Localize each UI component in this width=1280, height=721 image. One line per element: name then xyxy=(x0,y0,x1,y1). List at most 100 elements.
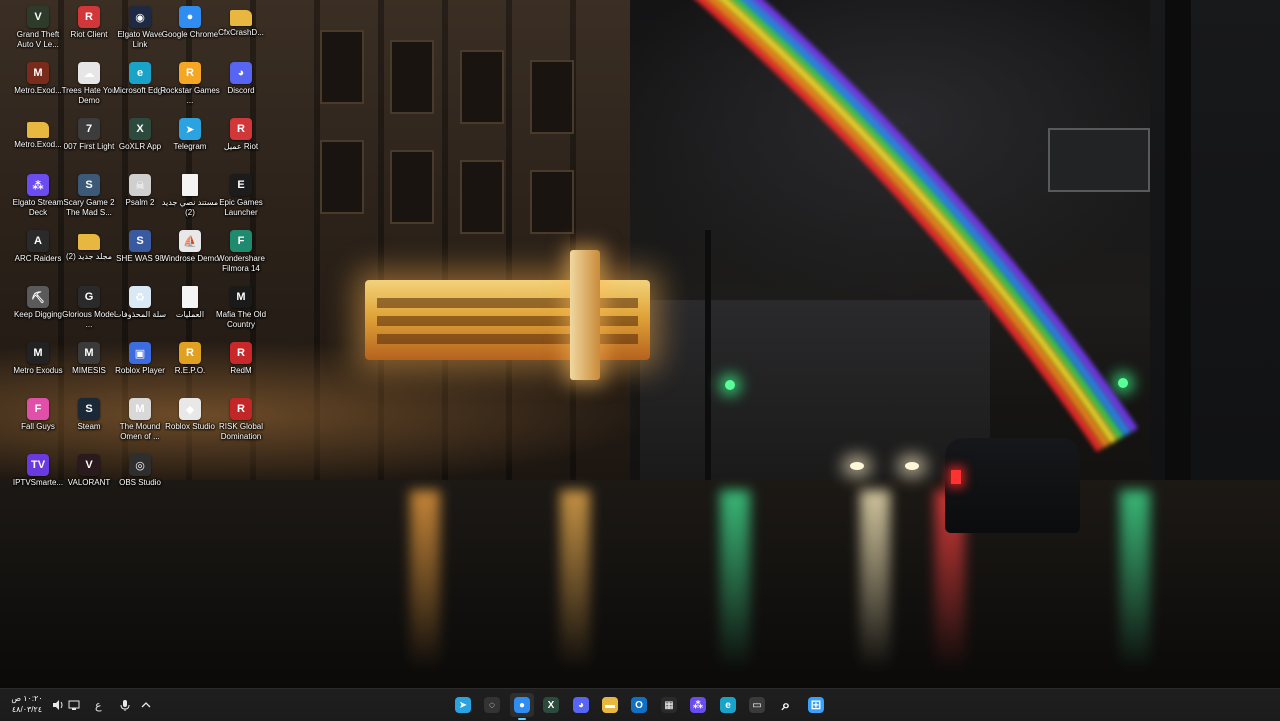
desktop-shortcut-label: Epic Games Launcher xyxy=(219,198,263,217)
desktop-shortcut[interactable]: F Fall Guys xyxy=(12,394,64,448)
elgato-wave-icon: ◉ xyxy=(129,6,151,28)
psalm-2-icon: ☠ xyxy=(129,174,151,196)
taskbar-app-start[interactable]: ⊞ xyxy=(804,693,828,717)
desktop-shortcut[interactable]: S Steam xyxy=(63,394,115,448)
desktop-shortcut-label: RISK Global Domination xyxy=(218,422,264,441)
desktop-shortcut[interactable]: CfxCrashD... xyxy=(215,2,267,56)
desktop-shortcut-label: RedM xyxy=(230,366,252,375)
desktop-shortcut[interactable]: ◕ Discord xyxy=(215,58,267,112)
desktop-shortcut[interactable]: M Mafia The Old Country xyxy=(215,282,267,336)
chevron-up-icon[interactable] xyxy=(141,689,151,721)
microphone-icon[interactable] xyxy=(120,689,130,721)
taskbar-app-search[interactable]: ⌕ xyxy=(774,693,798,717)
telegram-icon: ➤ xyxy=(179,118,201,140)
desktop-shortcut[interactable]: R Rockstar Games ... xyxy=(160,58,220,112)
rockstar-icon: R xyxy=(179,62,201,84)
taskbar-app-file-explorer[interactable]: ▬ xyxy=(598,693,622,717)
stream-deck-icon: ⁂ xyxy=(27,174,49,196)
desktop-shortcut-label: Wondershare Filmora 14 xyxy=(217,254,265,273)
desktop-shortcut[interactable]: Metro.Exod... xyxy=(12,114,64,168)
filmora-icon: F xyxy=(230,230,252,252)
desktop-shortcut[interactable]: ▣ Roblox Player xyxy=(114,338,166,392)
desktop-shortcut[interactable]: ⛵ Windrose Demo xyxy=(161,226,219,280)
desktop-shortcut[interactable]: S SHE WAS 98 xyxy=(114,226,166,280)
fall-guys-icon: F xyxy=(27,398,49,420)
taskbar-app-goxlr[interactable]: X xyxy=(539,693,563,717)
desktop-shortcut[interactable]: ♻ سلة المحذوفات xyxy=(114,282,166,336)
taskbar-app-microsoft-store[interactable]: ▦ xyxy=(657,693,681,717)
desktop-shortcut[interactable]: ⛏ Keep Digging xyxy=(12,282,64,336)
network-icon[interactable] xyxy=(68,689,80,721)
edge-icon: e xyxy=(720,697,736,713)
wallpaper-theater-marquee xyxy=(365,280,650,360)
repo-icon: R xyxy=(179,342,201,364)
desktop-shortcut[interactable]: ➤ Telegram xyxy=(164,114,216,168)
language-indicator[interactable]: ع xyxy=(95,689,102,721)
text-document-icon xyxy=(182,286,198,308)
epic-games-icon: E xyxy=(230,174,252,196)
taskbar-app-edge[interactable]: e xyxy=(716,693,740,717)
clock-date: ٤٨/٠٣/٢٤ xyxy=(11,705,43,714)
speaker-icon[interactable] xyxy=(52,689,64,721)
taskbar-app-task-view[interactable]: ▭ xyxy=(745,693,769,717)
desktop-shortcut[interactable]: ◎ OBS Studio xyxy=(114,450,166,504)
outlook-icon: O xyxy=(631,697,647,713)
wallpaper-car xyxy=(945,438,1080,533)
desktop-shortcut[interactable]: X GoXLR App xyxy=(114,114,166,168)
taskbar-app-github-copilot[interactable]: ◌ xyxy=(480,693,504,717)
desktop-shortcut[interactable]: V VALORANT xyxy=(63,450,115,504)
taskbar-app-telegram[interactable]: ➤ xyxy=(451,693,475,717)
desktop-shortcut[interactable]: R Riot Client xyxy=(63,2,115,56)
chrome-icon: ● xyxy=(179,6,201,28)
glorious-mouse-icon: G xyxy=(78,286,100,308)
desktop-shortcut[interactable]: R عميل Riot xyxy=(215,114,267,168)
desktop-shortcut[interactable]: ◆ Roblox Studio xyxy=(164,394,216,448)
desktop-shortcut[interactable]: M Metro Exodus xyxy=(12,338,64,392)
risk-icon: R xyxy=(230,398,252,420)
folder-icon xyxy=(27,122,49,138)
file-explorer-icon: ▬ xyxy=(602,697,618,713)
desktop-shortcut[interactable]: ☁ Trees Hate You Demo xyxy=(62,58,116,112)
desktop-shortcut[interactable]: TV IPTVSmarte... xyxy=(12,450,64,504)
desktop-shortcut[interactable]: E Epic Games Launcher xyxy=(215,170,267,224)
text-document-icon xyxy=(182,174,198,196)
desktop-shortcut[interactable]: مستند نصي جديد (2) xyxy=(162,170,218,224)
desktop-shortcut[interactable]: R R.E.P.O. xyxy=(164,338,216,392)
desktop-shortcut[interactable]: ⁂ Elgato Stream Deck xyxy=(12,170,64,224)
desktop-shortcut[interactable]: العمليات xyxy=(164,282,216,336)
riot-client-icon: R xyxy=(230,118,252,140)
desktop-shortcut[interactable]: 7 007 First Light xyxy=(63,114,115,168)
desktop-shortcut[interactable]: F Wondershare Filmora 14 xyxy=(215,226,267,280)
taskbar-app-stream-deck[interactable]: ⁂ xyxy=(686,693,710,717)
goxlr-icon: X xyxy=(543,697,559,713)
desktop-shortcut[interactable]: A ARC Raiders xyxy=(12,226,64,280)
desktop-shortcut[interactable]: M The Mound Omen of ... xyxy=(114,394,166,448)
taskbar-app-chrome[interactable]: ● xyxy=(510,693,534,720)
chrome-icon: ● xyxy=(514,697,530,713)
roblox-player-icon: ▣ xyxy=(129,342,151,364)
mafia-icon: M xyxy=(230,286,252,308)
desktop-shortcut[interactable]: S Scary Game 2 The Mad S... xyxy=(63,170,115,224)
clock[interactable]: ١٠:٢٠ ص ٤٨/٠٣/٢٤ xyxy=(8,693,46,715)
scary-game-icon: S xyxy=(78,174,100,196)
007-first-light-icon: 7 xyxy=(78,118,100,140)
taskbar-app-outlook[interactable]: O xyxy=(627,693,651,717)
desktop-shortcut[interactable]: M MIMESIS xyxy=(63,338,115,392)
desktop-shortcut[interactable]: ● Google Chrome xyxy=(162,2,218,56)
desktop-shortcut[interactable]: ☠ Psalm 2 xyxy=(114,170,166,224)
desktop-shortcut-label: OBS Studio xyxy=(119,478,161,487)
desktop-shortcut[interactable]: G Glorious Model ... xyxy=(62,282,116,336)
desktop-shortcut[interactable]: ◉ Elgato Wave Link xyxy=(114,2,166,56)
desktop-shortcut[interactable]: e Microsoft Edge xyxy=(113,58,167,112)
discord-icon: ◕ xyxy=(230,62,252,84)
desktop-shortcut[interactable]: M Metro.Exod... xyxy=(12,58,64,112)
desktop-shortcut[interactable]: R RISK Global Domination xyxy=(215,394,267,448)
desktop-shortcut[interactable]: V Grand Theft Auto V Le... xyxy=(12,2,64,56)
desktop-shortcut-label: Mafia The Old Country xyxy=(215,310,267,329)
desktop-shortcut[interactable]: مجلد جديد (2) xyxy=(63,226,115,280)
desktop-shortcut[interactable]: R RedM xyxy=(215,338,267,392)
metro-exodus-icon: M xyxy=(27,342,49,364)
taskbar-app-discord[interactable]: ◕ xyxy=(569,693,593,717)
arc-raiders-icon: A xyxy=(27,230,49,252)
redm-icon: R xyxy=(230,342,252,364)
